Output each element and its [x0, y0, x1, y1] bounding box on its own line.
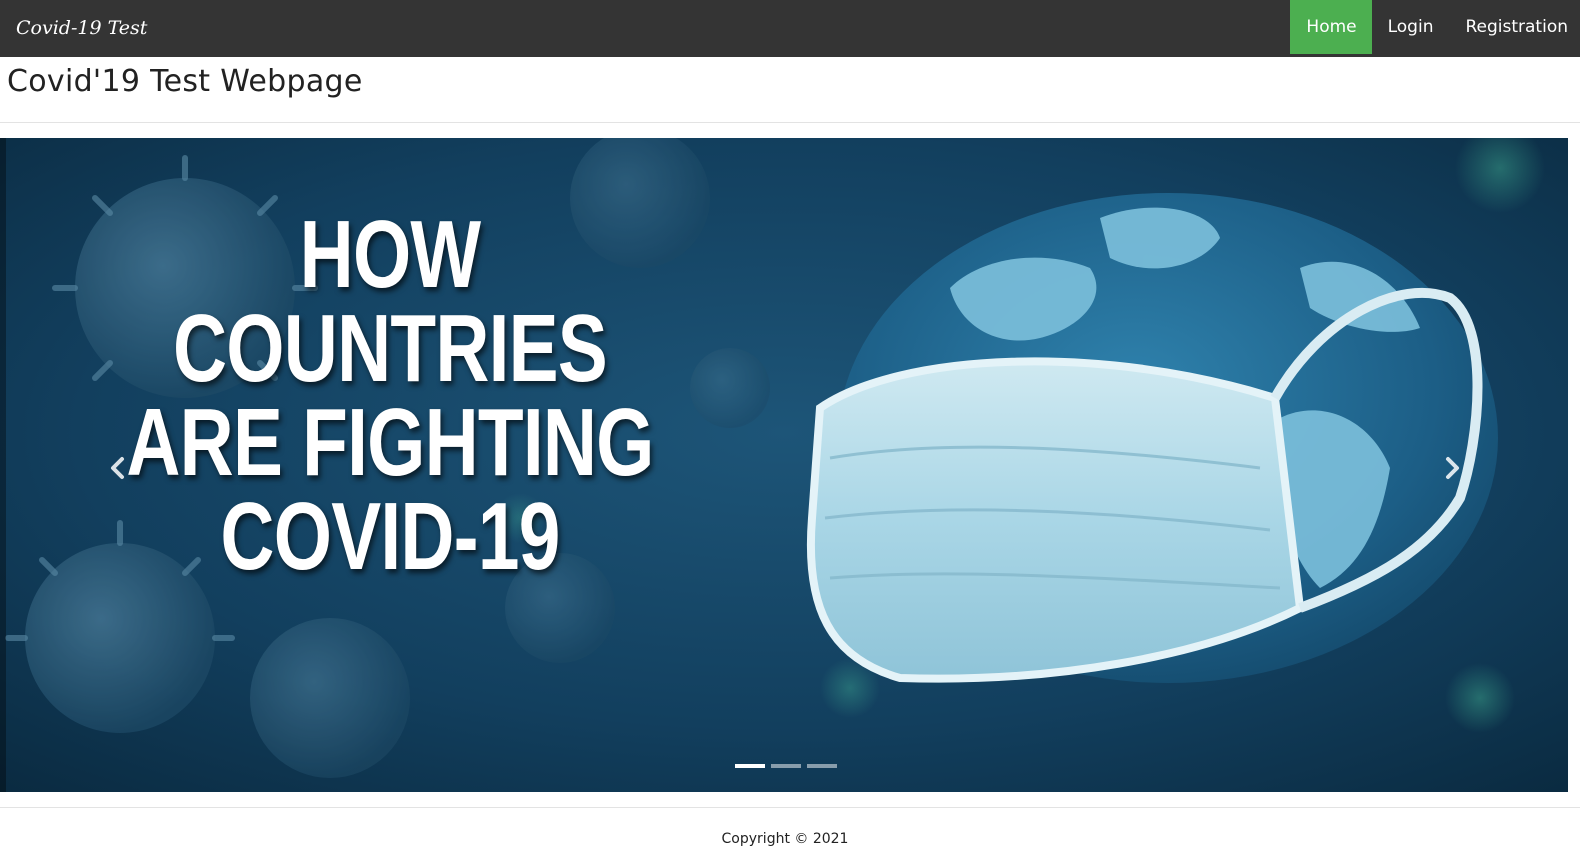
nav-menu: Home Login Registration — [1290, 0, 1580, 54]
divider — [0, 122, 1580, 123]
hero-carousel[interactable]: HOW COUNTRIES ARE FIGHTING COVID-19 — [0, 138, 1568, 792]
navbar: Covid-19 Test Home Login Registration — [0, 0, 1580, 57]
nav-login-link[interactable]: Login — [1372, 0, 1450, 54]
slide-headline: HOW COUNTRIES ARE FIGHTING COVID-19 — [86, 201, 694, 590]
brand-link[interactable]: Covid-19 Test — [16, 17, 147, 39]
chevron-right-icon — [1446, 457, 1459, 479]
carousel-indicator-3[interactable] — [807, 764, 837, 768]
carousel-indicators — [735, 764, 837, 768]
carousel-indicator-1[interactable] — [735, 764, 765, 768]
chevron-left-icon — [111, 457, 124, 479]
divider — [0, 807, 1580, 808]
carousel-prev-button[interactable] — [98, 448, 138, 488]
headline-line: COUNTRIES — [173, 295, 608, 402]
headline-line: ARE FIGHTING — [126, 389, 654, 496]
footer-copyright: Copyright © 2021 — [721, 831, 849, 847]
headline-line: COVID-19 — [220, 483, 560, 590]
nav-home-link[interactable]: Home — [1290, 0, 1372, 54]
carousel-edge — [0, 138, 6, 792]
page-title: Covid'19 Test Webpage — [7, 64, 363, 99]
carousel-next-button[interactable] — [1432, 448, 1472, 488]
nav-registration-link[interactable]: Registration — [1449, 0, 1580, 54]
carousel-indicator-2[interactable] — [771, 764, 801, 768]
headline-line: HOW — [299, 201, 481, 308]
